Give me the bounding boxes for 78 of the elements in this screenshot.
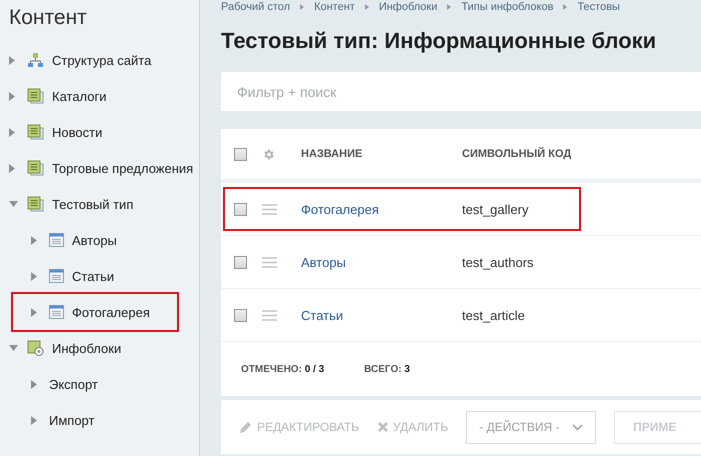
pencil-icon [239,420,253,434]
breadcrumb-link[interactable]: Контент [314,1,355,13]
table-cell-text: test_gallery [462,202,530,216]
breadcrumb-separator-icon [300,4,304,10]
selected-count: ОТМЕЧЕНО: 0 / 3 [241,364,324,374]
breadcrumb-link[interactable]: Типы инфоблоков [461,1,554,13]
tree-item-label: Структура сайта [52,52,152,68]
tree-item[interactable]: Торговые предложения [9,150,199,186]
tree-item[interactable]: Структура сайта [9,42,199,78]
document-stack-icon [27,124,44,140]
table-row[interactable]: Фотогалерея test_gallery [225,189,579,229]
total-count: ВСЕГО: 3 [364,364,410,374]
breadcrumb-link[interactable]: Рабочий стол [221,1,290,13]
tree-item[interactable]: Фотогалерея [13,294,177,330]
breadcrumb-separator-icon [364,4,369,10]
column-header[interactable]: СИМВОЛЬНЫЙ КОД [462,148,662,160]
document-stack-icon [27,160,44,176]
document-stack-icon [27,196,44,212]
name-link[interactable]: Статьи [301,308,344,322]
tree-item-label: Торговые предложения [52,160,194,176]
tree-item-label: Инфоблоки [52,340,122,356]
table-cell-text: test_article [462,308,526,322]
chevron-down-icon [572,424,584,430]
breadcrumb-link[interactable]: Тестовы [577,1,620,13]
table-cell-text: test_authors [462,254,535,270]
drag-handle-icon[interactable] [262,204,277,214]
list-window-icon [49,233,64,247]
search-field[interactable]: Фильтр + поиск [221,72,701,111]
tree-item[interactable]: Каталоги [9,78,199,114]
tree-item-label: Каталоги [52,88,107,104]
document-stack-icon [27,88,44,104]
caret-right-icon[interactable] [31,272,37,280]
document-gear-icon [27,340,44,356]
breadcrumb-link[interactable]: Инфоблоки [378,1,438,13]
tree-item[interactable]: Тестовый тип [9,186,199,222]
caret-right-icon[interactable] [31,416,37,424]
caret-down-icon[interactable] [9,201,18,207]
drag-handle-icon[interactable] [262,310,277,320]
name-link[interactable]: Авторы [301,254,346,270]
drag-handle-icon[interactable] [262,256,277,268]
row-checkbox[interactable] [234,308,247,322]
tree-item-label: Авторы [72,232,117,248]
tree-item[interactable]: Авторы [9,222,199,258]
gear-icon[interactable] [262,148,275,160]
cross-icon [377,421,390,433]
tree-item-label: Статьи [72,268,114,284]
list-window-icon [49,269,64,283]
caret-right-icon[interactable] [31,380,37,388]
name-link[interactable]: Фотогалерея [301,202,379,216]
tree-item[interactable]: Импорт [9,402,199,438]
caret-right-icon[interactable] [31,308,37,316]
tree-item[interactable]: Инфоблоки [9,330,199,366]
select-all-checkbox[interactable] [234,148,247,160]
caret-down-icon[interactable] [9,345,18,351]
tree-item-label: Фотогалерея [72,304,150,320]
breadcrumb-separator-icon [563,4,568,10]
caret-right-icon[interactable] [31,236,37,244]
column-header[interactable]: НАЗВАНИЕ [301,148,462,160]
tree-item-label: Импорт [49,412,94,428]
tree-item[interactable]: Новости [9,114,199,150]
page-title: Тестовый тип: Информационные блоки [221,28,658,54]
caret-right-icon[interactable] [9,56,15,64]
sitemap-icon [27,52,44,68]
sidebar-title: Контент [9,6,88,30]
row-checkbox[interactable] [234,202,247,216]
tree-item[interactable]: Статьи [9,258,199,294]
table-row[interactable]: Статьи test_article [225,295,579,335]
breadcrumb-separator-icon [447,4,452,10]
caret-right-icon[interactable] [9,128,15,136]
row-checkbox[interactable] [234,256,247,268]
tree-item-label: Экспорт [49,376,98,392]
tree-item-label: Новости [52,124,102,140]
tree-item[interactable]: Экспорт [9,366,199,402]
tree-item-label: Тестовый тип [52,196,134,212]
caret-right-icon[interactable] [9,164,15,172]
caret-right-icon[interactable] [9,92,15,100]
list-window-icon [49,305,64,319]
table-row[interactable]: Авторы test_authors [225,242,579,282]
